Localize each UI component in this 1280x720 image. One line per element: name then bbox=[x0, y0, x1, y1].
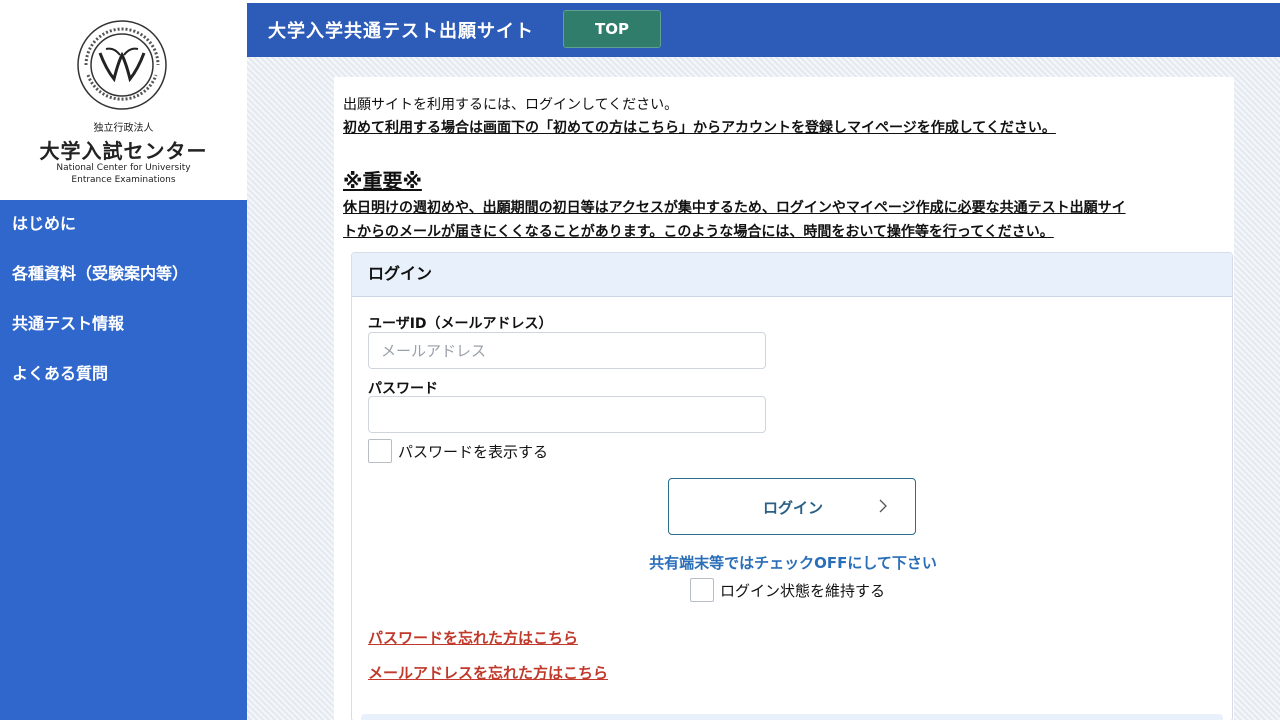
user-id-label: ユーザID（メールアドレス） bbox=[368, 316, 553, 332]
show-password-label[interactable]: パスワードを表示する bbox=[398, 441, 548, 462]
top-button[interactable]: TOP bbox=[563, 10, 661, 48]
content-panel: 出願サイトを利用するには、ログインしてください。 初めて利用する場合は画面下の「… bbox=[334, 77, 1234, 720]
shared-device-notice: 共有端末等ではチェックOFFにして下さい bbox=[649, 554, 937, 572]
sidebar-item-documents[interactable]: 各種資料（受験案内等） bbox=[0, 250, 247, 300]
next-section-header bbox=[361, 714, 1223, 720]
sidebar-item-test-info[interactable]: 共通テスト情報 bbox=[0, 300, 247, 350]
important-title: ※重要※ bbox=[343, 169, 422, 193]
logo-subtitle: 独立行政法人 bbox=[93, 123, 154, 134]
header: 大学入学共通テスト出願サイト TOP bbox=[247, 3, 1280, 57]
important-line1: 休日明けの週初めや、出願期間の初日等はアクセスが集中するため、ログインやマイペー… bbox=[343, 200, 1126, 216]
login-heading: ログイン bbox=[352, 253, 1232, 297]
site-title: 大学入学共通テスト出願サイト bbox=[268, 21, 534, 42]
chevron-right-icon bbox=[879, 499, 887, 513]
intro-first-time-text: 初めて利用する場合は画面下の「初めての方はこちら」からアカウントを登録しマイペー… bbox=[343, 120, 1056, 136]
important-text: 休日明けの週初めや、出願期間の初日等はアクセスが集中するため、ログインやマイペー… bbox=[343, 196, 1243, 244]
sidebar-item-faq[interactable]: よくある質問 bbox=[0, 350, 247, 400]
login-card: ログイン ユーザID（メールアドレス） パスワード パスワードを表示する ログイ… bbox=[351, 252, 1233, 720]
sidebar-item-introduction[interactable]: はじめに bbox=[0, 200, 247, 250]
forgot-password-link[interactable]: パスワードを忘れた方はこちら bbox=[368, 627, 578, 648]
logo-name: 大学入試センター bbox=[39, 139, 208, 163]
main-area: 出願サイトを利用するには、ログインしてください。 初めて利用する場合は画面下の「… bbox=[247, 57, 1280, 720]
logo[interactable]: 独立行政法人 大学入試センター National Center for Univ… bbox=[0, 0, 247, 200]
logo-english-line2: Entrance Examinations bbox=[71, 175, 176, 185]
password-label: パスワード bbox=[368, 381, 438, 397]
show-password-checkbox[interactable] bbox=[368, 439, 392, 463]
sidebar-nav: はじめに 各種資料（受験案内等） 共通テスト情報 よくある質問 bbox=[0, 200, 247, 400]
user-id-input[interactable] bbox=[368, 332, 766, 369]
keep-login-checkbox[interactable] bbox=[690, 578, 714, 602]
intro-text: 出願サイトを利用するには、ログインしてください。 bbox=[343, 97, 679, 113]
login-button[interactable]: ログイン bbox=[668, 478, 916, 535]
logo-english-line1: National Center for University bbox=[56, 163, 191, 173]
sidebar: 独立行政法人 大学入試センター National Center for Univ… bbox=[0, 0, 247, 720]
important-line2: トからのメールが届きにくくなることがあります。このような場合には、時間をおいて操… bbox=[343, 224, 1054, 240]
password-input[interactable] bbox=[368, 396, 766, 433]
university-center-emblem-icon bbox=[77, 20, 167, 110]
forgot-email-link[interactable]: メールアドレスを忘れた方はこちら bbox=[368, 662, 608, 683]
keep-login-label[interactable]: ログイン状態を維持する bbox=[720, 580, 885, 601]
